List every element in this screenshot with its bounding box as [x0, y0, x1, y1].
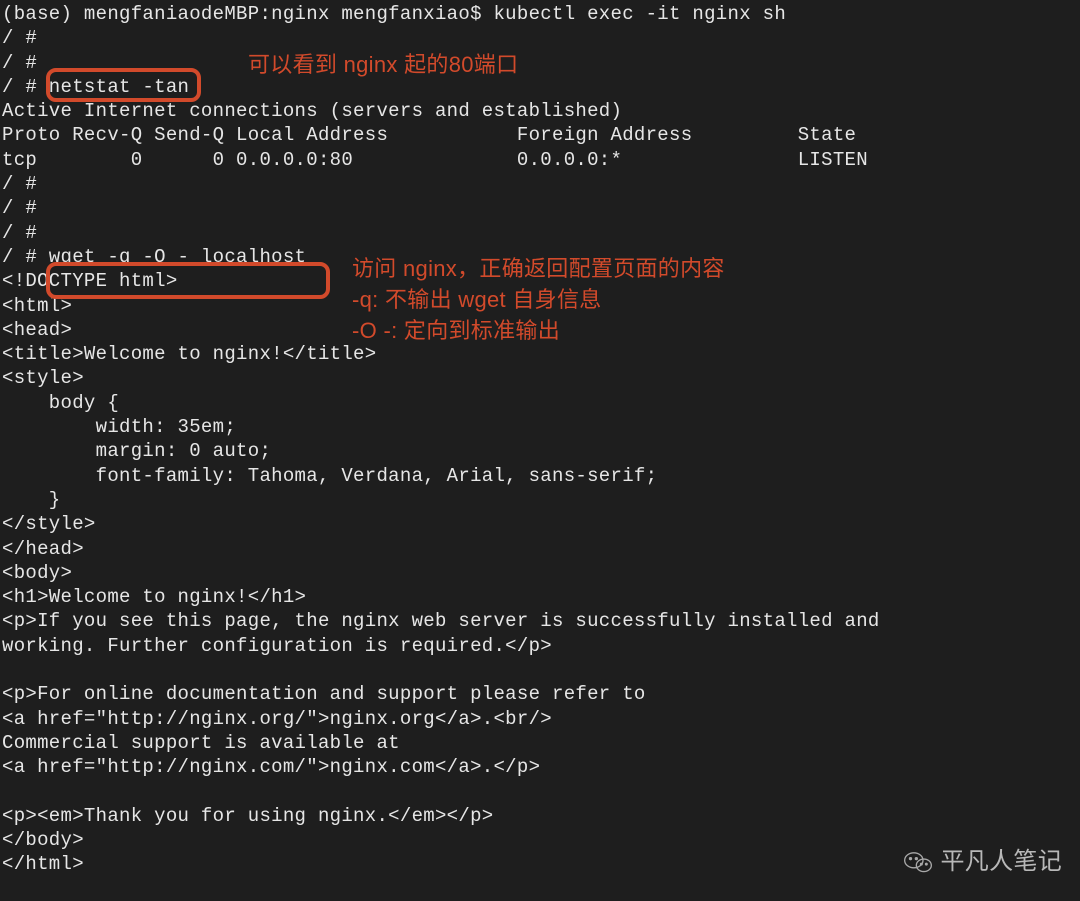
terminal-line: <html>: [2, 295, 72, 317]
watermark: 平凡人笔记: [903, 847, 1063, 877]
terminal-line: / #: [2, 197, 37, 219]
annotation-wget-1: 访问 nginx，正确返回配置页面的内容: [352, 254, 725, 284]
watermark-text: 平凡人笔记: [941, 850, 1063, 874]
terminal-line: <p><em>Thank you for using nginx.</em></…: [2, 805, 493, 827]
terminal-line: / # wget -q -O - localhost: [2, 246, 306, 268]
terminal-line: font-family: Tahoma, Verdana, Arial, san…: [2, 465, 657, 487]
annotation-wget-2: -q: 不输出 wget 自身信息: [352, 285, 602, 315]
terminal-line: <!DOCTYPE html>: [2, 270, 178, 292]
wechat-icon: [903, 847, 933, 877]
terminal-line: / # netstat -tan: [2, 76, 189, 98]
terminal-line: margin: 0 auto;: [2, 440, 271, 462]
terminal-line: Active Internet connections (servers and…: [2, 100, 622, 122]
annotation-port-80: 可以看到 nginx 起的80端口: [248, 50, 518, 80]
terminal-window[interactable]: (base) mengfaniaodeMBP:nginx mengfanxiao…: [0, 0, 1080, 901]
terminal-line: (base) mengfaniaodeMBP:nginx mengfanxiao…: [2, 3, 786, 25]
terminal-line: <head>: [2, 319, 72, 341]
terminal-line: Proto Recv-Q Send-Q Local Address Foreig…: [2, 124, 856, 146]
terminal-line: / #: [2, 173, 37, 195]
terminal-line: Commercial support is available at: [2, 732, 400, 754]
terminal-line: </html>: [2, 853, 84, 875]
terminal-line: working. Further configuration is requir…: [2, 635, 552, 657]
annotation-wget-3: -O -: 定向到标准输出: [352, 316, 560, 346]
terminal-line: <body>: [2, 562, 72, 584]
terminal-line: / #: [2, 52, 37, 74]
terminal-line: }: [2, 489, 61, 511]
terminal-line: / #: [2, 222, 37, 244]
terminal-line: / #: [2, 27, 37, 49]
terminal-line: </body>: [2, 829, 84, 851]
terminal-line: </style>: [2, 513, 96, 535]
terminal-line: <h1>Welcome to nginx!</h1>: [2, 586, 306, 608]
terminal-line: <p>If you see this page, the nginx web s…: [2, 610, 880, 632]
terminal-line: </head>: [2, 538, 84, 560]
terminal-line: <a href="http://nginx.com/">nginx.com</a…: [2, 756, 540, 778]
terminal-line: <style>: [2, 367, 84, 389]
terminal-line: width: 35em;: [2, 416, 236, 438]
terminal-line: body {: [2, 392, 119, 414]
terminal-line: tcp 0 0 0.0.0.0:80 0.0.0.0:* LISTEN: [2, 149, 868, 171]
terminal-line: <p>For online documentation and support …: [2, 683, 646, 705]
terminal-line: <title>Welcome to nginx!</title>: [2, 343, 376, 365]
terminal-line: <a href="http://nginx.org/">nginx.org</a…: [2, 708, 552, 730]
